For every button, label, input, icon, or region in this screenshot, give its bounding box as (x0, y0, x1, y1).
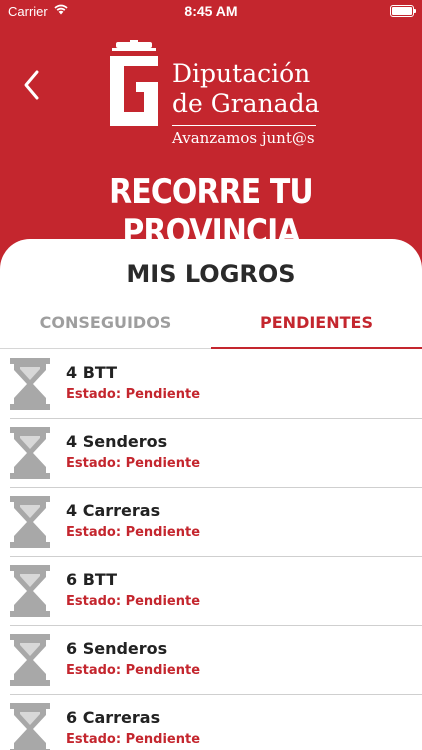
status-bar: Carrier 8:45 AM (0, 0, 422, 24)
list-item[interactable]: 6 Carreras Estado: Pendiente (10, 695, 422, 750)
item-status: Estado: Pendiente (66, 732, 201, 747)
logo-line2: de Granada (172, 89, 320, 118)
card-title: MIS LOGROS (126, 260, 296, 288)
achievement-list: 4 BTT Estado: Pendiente 4 Senderos Estad… (0, 350, 422, 750)
achievements-card: MIS LOGROS CONSEGUIDOS PENDIENTES 4 BTT … (0, 239, 422, 750)
item-title: 4 BTT (66, 363, 118, 382)
list-item[interactable]: 4 Carreras Estado: Pendiente (10, 488, 422, 557)
item-status: Estado: Pendiente (66, 594, 201, 609)
list-item[interactable]: 6 BTT Estado: Pendiente (10, 557, 422, 626)
logo-divider (172, 125, 316, 126)
hourglass-icon (10, 427, 50, 479)
list-item[interactable]: 6 Senderos Estado: Pendiente (10, 626, 422, 695)
back-button[interactable] (18, 68, 46, 102)
hourglass-icon (10, 703, 50, 750)
granada-emblem-icon (110, 40, 158, 126)
chevron-left-icon (24, 70, 39, 100)
hourglass-icon (10, 565, 50, 617)
item-title: 4 Carreras (66, 501, 161, 520)
tab-pendientes[interactable]: PENDIENTES (211, 305, 422, 349)
tab-conseguidos[interactable]: CONSEGUIDOS (0, 305, 211, 349)
hourglass-icon (10, 358, 50, 410)
list-item[interactable]: 4 BTT Estado: Pendiente (10, 350, 422, 419)
diputacion-granada-logo: Diputación de Granada Avanzamos junt@s (104, 40, 324, 152)
item-title: 4 Senderos (66, 432, 168, 451)
item-status: Estado: Pendiente (66, 663, 201, 678)
hourglass-icon (10, 496, 50, 548)
logo-tagline: Avanzamos junt@s (172, 129, 315, 147)
list-item[interactable]: 4 Senderos Estado: Pendiente (10, 419, 422, 488)
clock: 8:45 AM (184, 3, 238, 19)
tab-bar: CONSEGUIDOS PENDIENTES (0, 305, 422, 349)
item-title: 6 Carreras (66, 708, 161, 727)
battery-icon (390, 5, 416, 17)
item-status: Estado: Pendiente (66, 387, 201, 402)
logo-line1: Diputación (172, 59, 311, 88)
item-title: 6 BTT (66, 570, 118, 589)
item-title: 6 Senderos (66, 639, 168, 658)
item-status: Estado: Pendiente (66, 456, 201, 471)
hourglass-icon (10, 634, 50, 686)
item-status: Estado: Pendiente (66, 525, 201, 540)
